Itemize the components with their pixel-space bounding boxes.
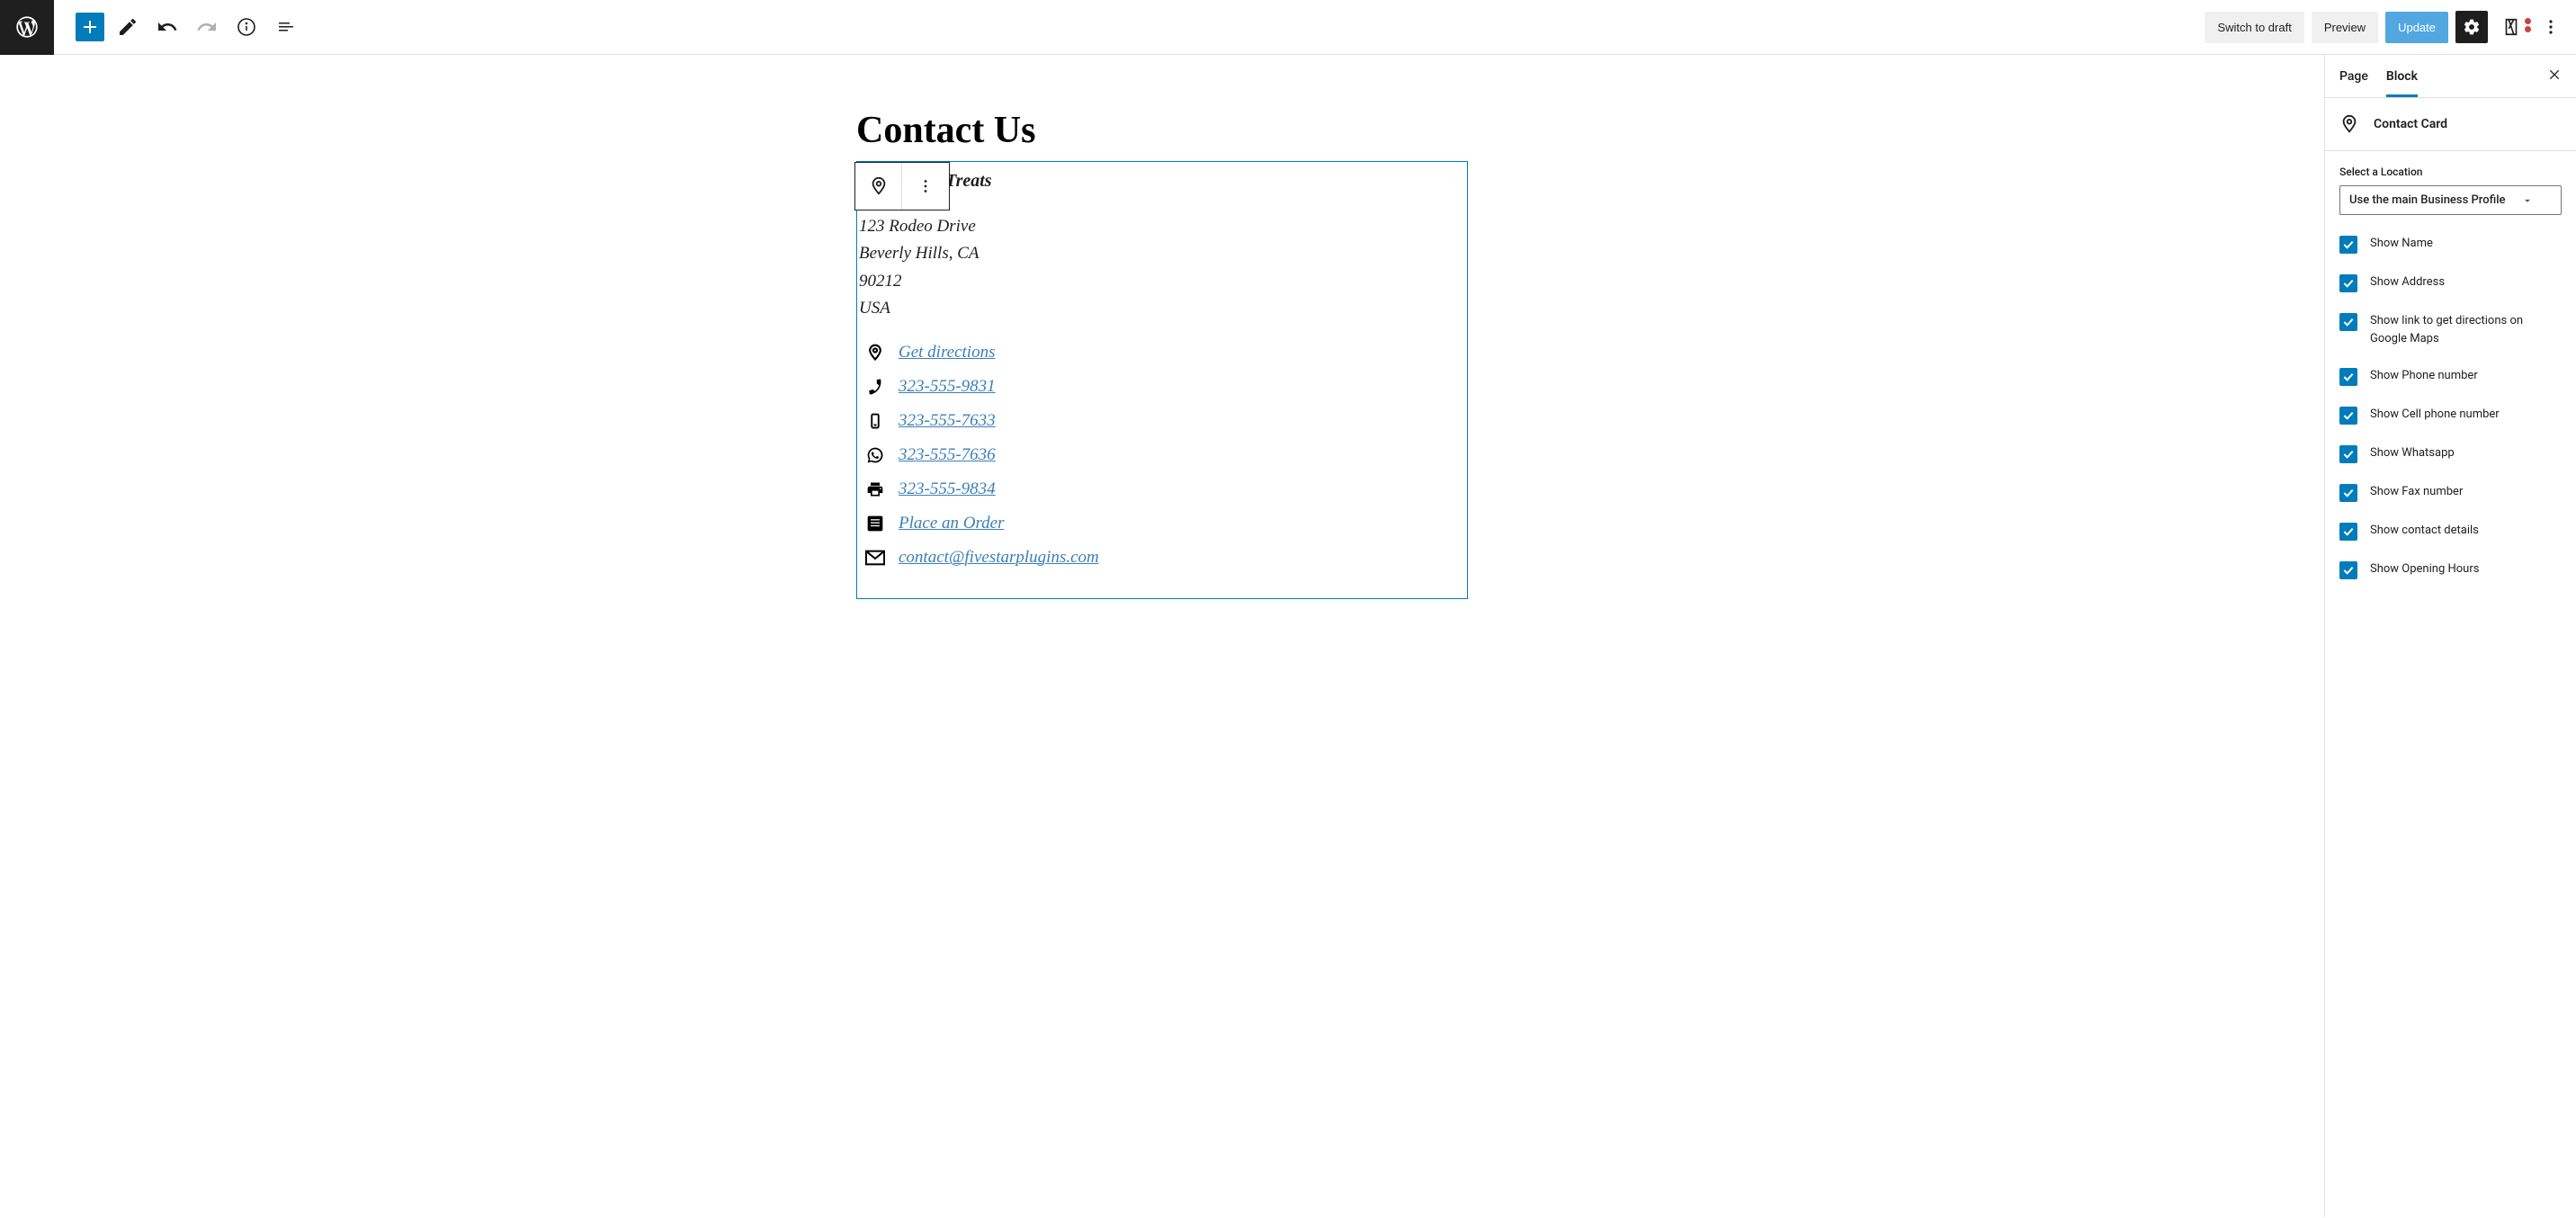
pin-icon (864, 344, 886, 362)
checkbox-label: Show Fax number (2370, 483, 2463, 501)
location-field-label: Select a Location (2339, 166, 2562, 178)
checkbox[interactable] (2339, 523, 2357, 541)
location-select-value: Use the main Business Profile (2349, 193, 2505, 207)
checkbox[interactable] (2339, 407, 2357, 425)
location-select[interactable]: Use the main Business Profile (2339, 185, 2562, 215)
toolbar-left (0, 0, 302, 54)
chevron-down-icon (2521, 194, 2534, 207)
checkbox[interactable] (2339, 313, 2357, 331)
undo-button[interactable] (151, 11, 183, 43)
preview-button[interactable]: Preview (2312, 12, 2378, 43)
list-view-button[interactable] (270, 11, 302, 43)
option-row: Show Phone number (2339, 367, 2562, 386)
cell-link[interactable]: 323-555-7633 (899, 411, 996, 431)
order-link[interactable]: Place an Order (899, 514, 1005, 533)
checkbox[interactable] (2339, 445, 2357, 463)
toolbar-right: Switch to draft Preview Update (2205, 11, 2576, 43)
option-row: Show Fax number (2339, 483, 2562, 502)
block-type-icon[interactable] (855, 163, 902, 210)
yoast-dot (2525, 26, 2531, 32)
contact-list: Get directions 323-555-9831 323-555-7633… (859, 343, 1465, 568)
checkbox[interactable] (2339, 274, 2357, 292)
checkbox[interactable] (2339, 561, 2357, 579)
checkbox-label: Show Cell phone number (2370, 406, 2500, 424)
fax-icon (864, 480, 886, 498)
checkbox-label: Show Phone number (2370, 367, 2478, 385)
block-name-label: Contact Card (2374, 117, 2447, 131)
main-area: Contact Us Bittersweet Treats 123 Rodeo … (0, 55, 2576, 1217)
tab-block[interactable]: Block (2386, 55, 2418, 97)
checkbox[interactable] (2339, 236, 2357, 254)
checkbox-label: Show Opening Hours (2370, 560, 2479, 578)
settings-button[interactable] (2455, 11, 2488, 43)
option-row: Show Opening Hours (2339, 560, 2562, 579)
pin-icon (2339, 114, 2359, 134)
option-row: Show link to get directions on Google Ma… (2339, 312, 2562, 347)
option-row: Show contact details (2339, 522, 2562, 541)
more-menu-button[interactable] (2535, 11, 2567, 43)
block-inspector-header: Contact Card (2325, 98, 2576, 151)
tab-page[interactable]: Page (2339, 55, 2368, 97)
block-more-options[interactable] (902, 163, 949, 210)
checkbox[interactable] (2339, 368, 2357, 386)
option-row: Show Cell phone number (2339, 406, 2562, 425)
checkbox-label: Show link to get directions on Google Ma… (2370, 312, 2562, 347)
email-link[interactable]: contact@fivestarplugins.com (899, 548, 1099, 568)
update-button[interactable]: Update (2385, 12, 2448, 43)
sidebar-body: Select a Location Use the main Business … (2325, 151, 2576, 613)
email-icon (864, 550, 886, 566)
checkbox-label: Show Whatsapp (2370, 444, 2455, 462)
option-row: Show Whatsapp (2339, 444, 2562, 463)
fax-link[interactable]: 323-555-9834 (899, 479, 996, 499)
contact-card-block[interactable]: Bittersweet Treats 123 Rodeo Drive Bever… (856, 161, 1468, 599)
yoast-button[interactable] (2495, 11, 2527, 43)
yoast-dot (2525, 18, 2531, 24)
whatsapp-icon (864, 446, 886, 464)
option-row: Show Address (2339, 273, 2562, 292)
redo-button[interactable] (191, 11, 223, 43)
checkbox-label: Show Name (2370, 235, 2433, 253)
info-button[interactable] (230, 11, 263, 43)
address-zip: 90212 (859, 268, 1465, 295)
checkbox[interactable] (2339, 484, 2357, 502)
business-name: Bittersweet Treats (859, 171, 1465, 192)
settings-sidebar: Page Block Contact Card Select a Locatio… (2324, 55, 2576, 1217)
switch-to-draft-button[interactable]: Switch to draft (2205, 12, 2303, 43)
page-title[interactable]: Contact Us (856, 109, 1468, 152)
mobile-icon (864, 412, 886, 430)
close-sidebar-button[interactable] (2547, 67, 2562, 85)
checkbox-label: Show contact details (2370, 522, 2479, 540)
editor-header: Switch to draft Preview Update (0, 0, 2576, 55)
toolbar-icons (54, 11, 302, 43)
checkbox-label: Show Address (2370, 273, 2445, 291)
address-country: USA (859, 295, 1465, 322)
address: 123 Rodeo Drive Beverly Hills, CA 90212 … (859, 213, 1465, 323)
whatsapp-link[interactable]: 323-555-7636 (899, 445, 996, 465)
phone-icon (864, 378, 886, 396)
sidebar-tabs: Page Block (2325, 55, 2576, 98)
form-icon (864, 515, 886, 533)
editor-canvas[interactable]: Contact Us Bittersweet Treats 123 Rodeo … (0, 55, 2324, 1217)
wordpress-logo[interactable] (0, 0, 54, 55)
phone-link[interactable]: 323-555-9831 (899, 377, 996, 397)
add-block-button[interactable] (76, 13, 104, 41)
edit-tool-button[interactable] (112, 11, 144, 43)
directions-link[interactable]: Get directions (899, 343, 995, 363)
option-row: Show Name (2339, 235, 2562, 254)
address-line2: Beverly Hills, CA (859, 240, 1465, 267)
address-line1: 123 Rodeo Drive (859, 213, 1465, 240)
block-toolbar (854, 162, 950, 210)
